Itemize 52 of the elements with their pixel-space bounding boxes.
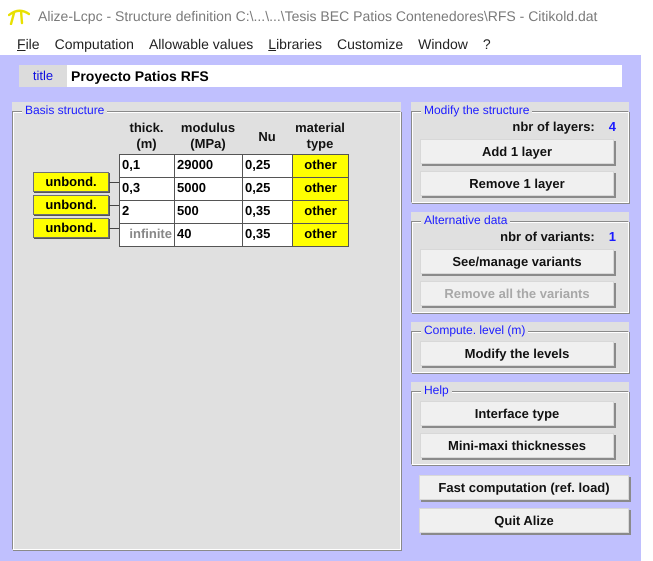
thickness-cell[interactable]: 2 bbox=[120, 201, 175, 224]
menu-item[interactable]: File bbox=[17, 34, 40, 54]
thickness-cell[interactable]: 0,3 bbox=[120, 178, 175, 201]
column-header: thick. (m) bbox=[128, 120, 164, 152]
column-header: Nu bbox=[257, 128, 277, 145]
thickness-cell[interactable]: 0,1 bbox=[120, 155, 175, 178]
nu-cell[interactable]: 0,35 bbox=[243, 201, 293, 224]
nu-cell[interactable]: 0,25 bbox=[243, 178, 293, 201]
column-header: modulus (MPa) bbox=[180, 120, 236, 152]
push-button[interactable]: Interface type bbox=[420, 401, 614, 426]
field-label: title bbox=[19, 65, 67, 87]
nu-cell[interactable]: 0,35 bbox=[243, 224, 293, 247]
infinite-cell[interactable]: infinite bbox=[120, 224, 175, 247]
menu-item[interactable]: Allowable values bbox=[148, 34, 254, 54]
modulus-cell[interactable]: 500 bbox=[175, 201, 243, 224]
count-value: 1 bbox=[608, 228, 616, 246]
count-label: nbr of variants: bbox=[500, 228, 595, 246]
column-header: material type bbox=[294, 120, 346, 152]
title-field[interactable]: Proyecto Patios RFS bbox=[67, 65, 622, 87]
app-logo-icon bbox=[8, 8, 30, 24]
group-legend: Basis structure bbox=[22, 103, 108, 117]
push-button[interactable]: Add 1 layer bbox=[420, 139, 614, 164]
count-label: nbr of layers: bbox=[512, 118, 595, 136]
group-legend: Modify the structure bbox=[421, 103, 532, 117]
count-value: 4 bbox=[608, 118, 616, 136]
push-button[interactable]: Modify the levels bbox=[420, 341, 614, 366]
menu-item[interactable]: Libraries bbox=[268, 34, 322, 54]
push-button[interactable]: Mini-maxi thicknesses bbox=[420, 433, 614, 458]
material-cell[interactable]: other bbox=[293, 224, 349, 247]
interface-label[interactable]: unbond. bbox=[33, 195, 109, 215]
material-cell[interactable]: other bbox=[293, 201, 349, 224]
connector-line bbox=[109, 204, 119, 206]
modulus-cell[interactable]: 40 bbox=[175, 224, 243, 247]
group-legend: Compute. level (m) bbox=[421, 323, 528, 337]
menu-item[interactable]: ? bbox=[482, 34, 491, 54]
menu-item[interactable]: Computation bbox=[54, 34, 134, 54]
push-button[interactable]: See/manage variants bbox=[420, 249, 614, 274]
push-button[interactable]: Remove 1 layer bbox=[420, 171, 614, 196]
interface-label[interactable]: unbond. bbox=[33, 218, 109, 238]
group-legend: Alternative data bbox=[421, 213, 510, 227]
menu-item[interactable]: Customize bbox=[336, 34, 404, 54]
window-title: Alize-Lcpc - Structure definition C:\...\...\Tesis BEC Patios Contenedores\RFS - Citikold.dat bbox=[38, 7, 598, 26]
nu-cell[interactable]: 0,25 bbox=[243, 155, 293, 178]
group-legend: Help bbox=[421, 383, 452, 397]
push-button[interactable]: Quit Alize bbox=[419, 508, 629, 533]
menu-item[interactable]: Window bbox=[418, 34, 468, 54]
material-cell[interactable]: other bbox=[293, 178, 349, 201]
material-cell[interactable]: other bbox=[293, 155, 349, 178]
modulus-cell[interactable]: 29000 bbox=[175, 155, 243, 178]
interface-label[interactable]: unbond. bbox=[33, 172, 109, 192]
modulus-cell[interactable]: 5000 bbox=[175, 178, 243, 201]
push-button[interactable]: Fast computation (ref. load) bbox=[419, 475, 629, 500]
